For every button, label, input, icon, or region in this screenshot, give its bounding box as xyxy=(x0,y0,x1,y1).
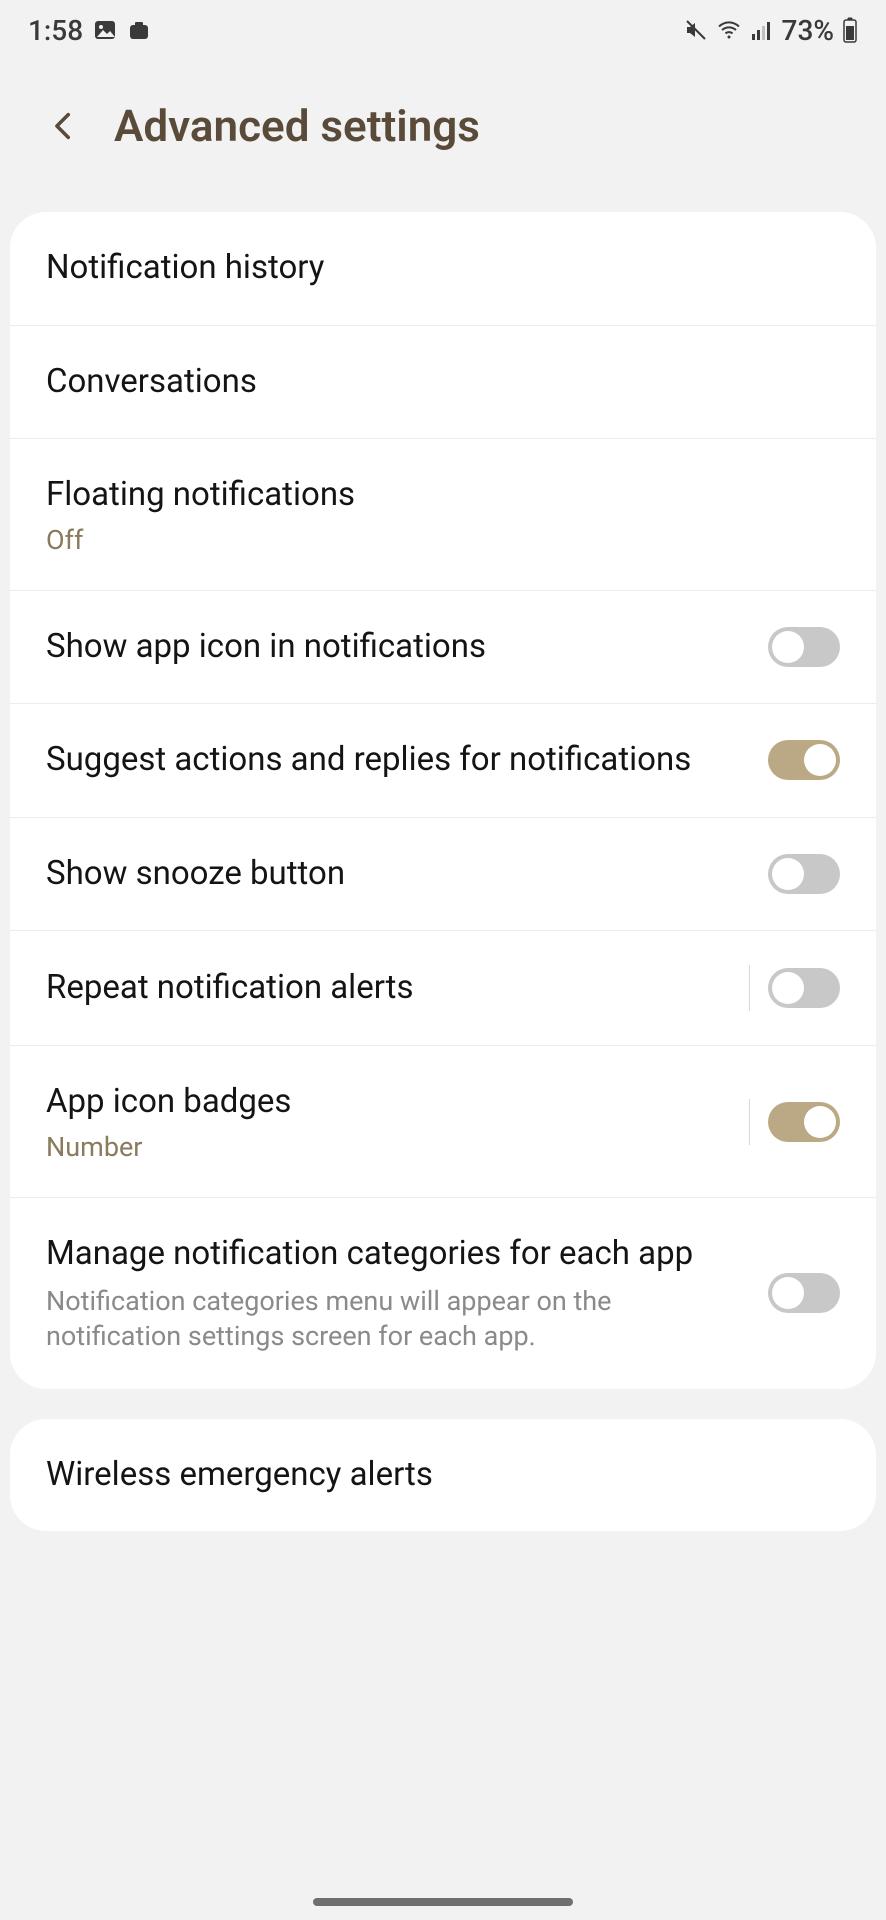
page-title: Advanced settings xyxy=(114,100,480,152)
row-title: Show app icon in notifications xyxy=(46,625,748,670)
row-notification-history[interactable]: Notification history xyxy=(10,212,876,326)
settings-group-main: Notification history Conversations Float… xyxy=(10,212,876,1389)
toggle-manage-categories[interactable] xyxy=(768,1273,840,1313)
divider-line xyxy=(749,1099,750,1145)
status-left: 1:58 xyxy=(28,14,151,47)
row-title: Suggest actions and replies for notifica… xyxy=(46,738,748,783)
settings-group-emergency: Wireless emergency alerts xyxy=(10,1419,876,1532)
divider-line xyxy=(749,965,750,1011)
row-title: Manage notification categories for each … xyxy=(46,1232,748,1277)
row-app-icon-badges[interactable]: App icon badges Number xyxy=(10,1046,876,1198)
toggle-suggest-actions[interactable] xyxy=(768,740,840,780)
status-bar: 1:58 73% xyxy=(0,0,886,60)
status-battery-pct: 73% xyxy=(782,14,834,47)
row-suggest-actions[interactable]: Suggest actions and replies for notifica… xyxy=(10,704,876,818)
row-show-snooze[interactable]: Show snooze button xyxy=(10,818,876,932)
row-subtitle: Off xyxy=(46,524,820,556)
toggle-show-snooze[interactable] xyxy=(768,854,840,894)
row-title: Wireless emergency alerts xyxy=(46,1453,820,1498)
row-repeat-alerts[interactable]: Repeat notification alerts xyxy=(10,931,876,1046)
chevron-left-icon xyxy=(47,109,81,143)
row-title: Show snooze button xyxy=(46,852,748,897)
row-title: Conversations xyxy=(46,360,820,405)
page-header: Advanced settings xyxy=(0,60,886,212)
row-wireless-emergency[interactable]: Wireless emergency alerts xyxy=(10,1419,876,1532)
cellular-signal-icon xyxy=(750,18,774,42)
row-title: Notification history xyxy=(46,246,820,291)
row-floating-notifications[interactable]: Floating notifications Off xyxy=(10,439,876,591)
row-title: App icon badges xyxy=(46,1080,729,1125)
image-icon xyxy=(93,18,117,42)
gesture-bar[interactable] xyxy=(313,1898,573,1906)
row-description: Notification categories menu will appear… xyxy=(46,1284,748,1354)
briefcase-icon xyxy=(127,18,151,42)
toggle-show-app-icon[interactable] xyxy=(768,627,840,667)
status-time: 1:58 xyxy=(28,14,83,47)
row-subtitle: Number xyxy=(46,1131,729,1163)
battery-icon xyxy=(842,17,858,43)
row-title: Repeat notification alerts xyxy=(46,966,729,1011)
toggle-repeat-alerts[interactable] xyxy=(768,968,840,1008)
wifi-icon xyxy=(716,18,742,42)
toggle-app-icon-badges[interactable] xyxy=(768,1102,840,1142)
row-show-app-icon[interactable]: Show app icon in notifications xyxy=(10,591,876,705)
status-right: 73% xyxy=(684,14,858,47)
back-button[interactable] xyxy=(44,106,84,146)
mute-vibrate-icon xyxy=(684,18,708,42)
row-manage-categories[interactable]: Manage notification categories for each … xyxy=(10,1198,876,1389)
row-title: Floating notifications xyxy=(46,473,820,518)
row-conversations[interactable]: Conversations xyxy=(10,326,876,440)
